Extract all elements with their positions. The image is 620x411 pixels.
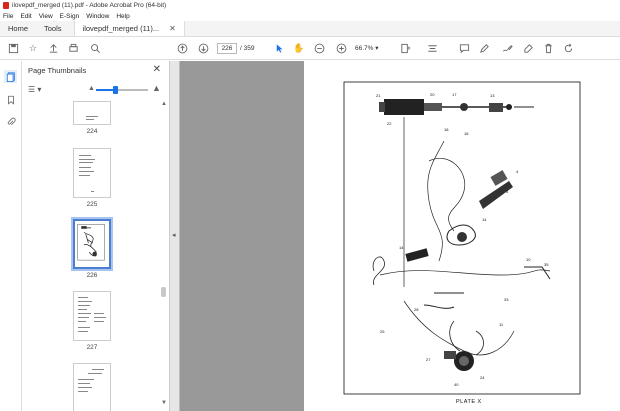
page-up-icon[interactable]: [175, 42, 189, 55]
scroll-up-icon[interactable]: ▲: [161, 101, 167, 107]
svg-text:27: 27: [426, 357, 431, 362]
menu-edit[interactable]: Edit: [20, 13, 31, 20]
thumbnail-label-226: 226: [86, 272, 98, 279]
tab-tools[interactable]: Tools: [36, 21, 70, 36]
zoom-level-select[interactable]: 66.7% ▾: [355, 43, 387, 54]
bookmark-icon[interactable]: [4, 93, 17, 106]
collapse-chevron-icon: ◂: [172, 232, 176, 239]
left-rail: [0, 61, 22, 411]
toolbar: ☆ 226 / 359 ✋ 66.7% ▾: [0, 37, 620, 60]
rotate-icon[interactable]: [561, 42, 575, 55]
delete-icon[interactable]: [541, 42, 555, 55]
svg-text:18: 18: [444, 127, 449, 132]
panel-close-icon[interactable]: ✕: [153, 64, 161, 75]
page-separator: /: [240, 45, 242, 52]
hand-tool-icon[interactable]: ✋: [292, 42, 306, 55]
page-total: 359: [243, 45, 255, 52]
svg-text:10: 10: [526, 257, 531, 262]
svg-text:4: 4: [516, 169, 519, 174]
thumbnail-label-224: 224: [86, 128, 98, 135]
menu-help[interactable]: Help: [116, 13, 129, 20]
page-thumbnails-icon[interactable]: [4, 70, 17, 83]
svg-text:40: 40: [454, 382, 459, 387]
thumbnail-options-icon[interactable]: ☰ ▾: [28, 85, 41, 94]
page-fit-icon[interactable]: [398, 42, 412, 55]
tab-home[interactable]: Home: [0, 21, 36, 36]
svg-text:14: 14: [399, 245, 404, 250]
zoom-small-mountain-icon: ▲: [88, 85, 95, 92]
slider-knob[interactable]: [112, 86, 118, 94]
draw-sign-icon[interactable]: [500, 42, 514, 55]
panel-collapse-handle[interactable]: ◂: [170, 61, 180, 411]
close-icon[interactable]: ✕: [169, 24, 176, 33]
tab-document[interactable]: ilovepdf_merged (11)... ✕: [73, 21, 185, 36]
thumbnail-label-225: 225: [86, 201, 98, 208]
thumbnail-scrollbar[interactable]: ▲ ▼: [160, 101, 168, 406]
svg-text:20: 20: [430, 92, 435, 97]
print-icon[interactable]: [66, 42, 80, 55]
svg-text:35: 35: [544, 262, 549, 267]
scroll-down-icon[interactable]: ▼: [161, 400, 167, 406]
svg-text:11: 11: [499, 322, 504, 327]
save-icon[interactable]: [6, 42, 20, 55]
upload-icon[interactable]: [46, 42, 60, 55]
menu-bar: File Edit View E-Sign Window Help: [0, 11, 620, 21]
pdf-page: 20 17 13 21 22 18 16 4 5 14 14 35 10 25 …: [304, 61, 620, 411]
plate-caption: PLATE X: [456, 399, 482, 405]
slider-fill: [96, 89, 114, 91]
attachment-icon[interactable]: [4, 115, 17, 128]
zoom-in-icon[interactable]: [334, 42, 348, 55]
svg-text:24: 24: [480, 375, 485, 380]
svg-text:25: 25: [380, 329, 385, 334]
menu-view[interactable]: View: [39, 13, 53, 20]
svg-text:14: 14: [482, 217, 487, 222]
title-bar: ilovepdf_merged (11).pdf - Adobe Acrobat…: [0, 0, 620, 11]
thumbnail-page-227[interactable]: [73, 291, 111, 341]
svg-text:16: 16: [464, 131, 469, 136]
scroll-mode-icon[interactable]: [425, 42, 439, 55]
thumbnail-page-228[interactable]: [73, 363, 111, 411]
tab-document-label: ilovepdf_merged (11)...: [82, 24, 160, 33]
zoom-level: 66.7%: [355, 45, 374, 52]
zoom-large-mountain-icon: ▲: [152, 83, 161, 93]
exploded-parts-diagram: 20 17 13 21 22 18 16 4 5 14 14 35 10 25 …: [343, 81, 581, 395]
svg-text:13: 13: [490, 93, 495, 98]
search-icon[interactable]: [88, 42, 102, 55]
thumbnail-size-slider[interactable]: [96, 86, 148, 94]
scrollbar-thumb[interactable]: [161, 287, 166, 297]
tab-bar: Home Tools ilovepdf_merged (11)... ✕: [0, 21, 620, 37]
select-cursor-icon[interactable]: [272, 42, 286, 55]
svg-text:21: 21: [376, 93, 381, 98]
thumbnail-label-227: 227: [86, 344, 98, 351]
svg-text:22: 22: [387, 121, 392, 126]
highlight-pen-icon[interactable]: [477, 42, 491, 55]
thumbnail-page-225[interactable]: [73, 148, 111, 198]
thumbnails-panel: Page Thumbnails ✕ ☰ ▾ ▲ ▲ 224 225 226 22…: [22, 61, 170, 411]
acrobat-icon: [3, 2, 9, 9]
edit-text-icon[interactable]: [521, 42, 535, 55]
thumbnail-drawing: [77, 224, 105, 261]
thumbnail-page-226[interactable]: [71, 217, 113, 271]
page-number-input[interactable]: 226: [217, 43, 237, 54]
page-navigator: 226 / 359: [217, 43, 254, 54]
page-down-icon[interactable]: [196, 42, 210, 55]
menu-window[interactable]: Window: [86, 13, 109, 20]
svg-text:33: 33: [504, 297, 509, 302]
menu-esign[interactable]: E-Sign: [60, 13, 80, 20]
comment-icon[interactable]: [457, 42, 471, 55]
thumbnail-page-224[interactable]: [73, 101, 111, 125]
document-viewer[interactable]: 20 17 13 21 22 18 16 4 5 14 14 35 10 25 …: [180, 61, 620, 411]
star-icon[interactable]: ☆: [26, 42, 40, 55]
zoom-out-icon[interactable]: [312, 42, 326, 55]
window-title: ilovepdf_merged (11).pdf - Adobe Acrobat…: [12, 2, 167, 9]
menu-file[interactable]: File: [3, 13, 13, 20]
svg-text:17: 17: [452, 92, 457, 97]
svg-text:28: 28: [414, 307, 419, 312]
panel-title: Page Thumbnails: [28, 66, 87, 75]
